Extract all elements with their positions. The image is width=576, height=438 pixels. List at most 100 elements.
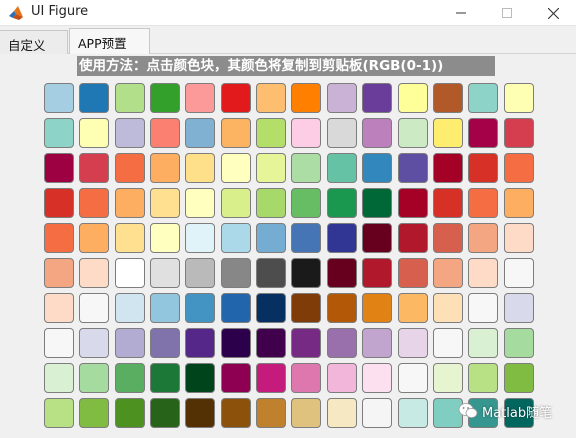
color-swatch[interactable] bbox=[185, 83, 215, 113]
color-swatch[interactable] bbox=[256, 153, 286, 183]
color-swatch[interactable] bbox=[468, 118, 498, 148]
color-swatch[interactable] bbox=[468, 223, 498, 253]
color-swatch[interactable] bbox=[150, 223, 180, 253]
color-swatch[interactable] bbox=[291, 188, 321, 218]
color-swatch[interactable] bbox=[504, 328, 534, 358]
color-swatch[interactable] bbox=[44, 223, 74, 253]
color-swatch[interactable] bbox=[327, 293, 357, 323]
color-swatch[interactable] bbox=[115, 223, 145, 253]
color-swatch[interactable] bbox=[44, 293, 74, 323]
color-swatch[interactable] bbox=[115, 258, 145, 288]
color-swatch[interactable] bbox=[504, 118, 534, 148]
color-swatch[interactable] bbox=[79, 188, 109, 218]
color-swatch[interactable] bbox=[362, 118, 392, 148]
color-swatch[interactable] bbox=[433, 328, 463, 358]
color-swatch[interactable] bbox=[504, 83, 534, 113]
color-swatch[interactable] bbox=[468, 83, 498, 113]
color-swatch[interactable] bbox=[79, 293, 109, 323]
color-swatch[interactable] bbox=[185, 398, 215, 428]
color-swatch[interactable] bbox=[44, 398, 74, 428]
color-swatch[interactable] bbox=[362, 83, 392, 113]
color-swatch[interactable] bbox=[221, 328, 251, 358]
tab-custom[interactable]: 自定义 bbox=[0, 30, 68, 54]
color-swatch[interactable] bbox=[291, 153, 321, 183]
color-swatch[interactable] bbox=[468, 188, 498, 218]
color-swatch[interactable] bbox=[44, 258, 74, 288]
color-swatch[interactable] bbox=[504, 153, 534, 183]
color-swatch[interactable] bbox=[115, 83, 145, 113]
color-swatch[interactable] bbox=[44, 188, 74, 218]
color-swatch[interactable] bbox=[150, 328, 180, 358]
color-swatch[interactable] bbox=[433, 153, 463, 183]
color-swatch[interactable] bbox=[115, 293, 145, 323]
color-swatch[interactable] bbox=[327, 153, 357, 183]
color-swatch[interactable] bbox=[433, 223, 463, 253]
color-swatch[interactable] bbox=[79, 153, 109, 183]
color-swatch[interactable] bbox=[398, 83, 428, 113]
color-swatch[interactable] bbox=[44, 118, 74, 148]
color-swatch[interactable] bbox=[79, 258, 109, 288]
color-swatch[interactable] bbox=[362, 328, 392, 358]
color-swatch[interactable] bbox=[327, 328, 357, 358]
color-swatch[interactable] bbox=[221, 153, 251, 183]
color-swatch[interactable] bbox=[327, 118, 357, 148]
color-swatch[interactable] bbox=[433, 258, 463, 288]
close-button[interactable] bbox=[530, 0, 576, 26]
color-swatch[interactable] bbox=[185, 363, 215, 393]
color-swatch[interactable] bbox=[185, 153, 215, 183]
color-swatch[interactable] bbox=[362, 363, 392, 393]
color-swatch[interactable] bbox=[79, 83, 109, 113]
color-swatch[interactable] bbox=[44, 153, 74, 183]
color-swatch[interactable] bbox=[433, 188, 463, 218]
color-swatch[interactable] bbox=[256, 83, 286, 113]
color-swatch[interactable] bbox=[256, 363, 286, 393]
color-swatch[interactable] bbox=[362, 153, 392, 183]
color-swatch[interactable] bbox=[185, 293, 215, 323]
color-swatch[interactable] bbox=[468, 153, 498, 183]
color-swatch[interactable] bbox=[433, 363, 463, 393]
color-swatch[interactable] bbox=[468, 293, 498, 323]
color-swatch[interactable] bbox=[150, 118, 180, 148]
color-swatch[interactable] bbox=[221, 258, 251, 288]
color-swatch[interactable] bbox=[327, 258, 357, 288]
color-swatch[interactable] bbox=[468, 258, 498, 288]
color-swatch[interactable] bbox=[256, 398, 286, 428]
color-swatch[interactable] bbox=[362, 188, 392, 218]
color-swatch[interactable] bbox=[398, 398, 428, 428]
color-swatch[interactable] bbox=[291, 398, 321, 428]
color-swatch[interactable] bbox=[221, 398, 251, 428]
color-swatch[interactable] bbox=[44, 363, 74, 393]
color-swatch[interactable] bbox=[433, 118, 463, 148]
color-swatch[interactable] bbox=[115, 153, 145, 183]
color-swatch[interactable] bbox=[79, 223, 109, 253]
color-swatch[interactable] bbox=[185, 223, 215, 253]
color-swatch[interactable] bbox=[256, 188, 286, 218]
color-swatch[interactable] bbox=[221, 188, 251, 218]
color-swatch[interactable] bbox=[115, 398, 145, 428]
color-swatch[interactable] bbox=[398, 223, 428, 253]
color-swatch[interactable] bbox=[150, 293, 180, 323]
color-swatch[interactable] bbox=[362, 223, 392, 253]
color-swatch[interactable] bbox=[291, 83, 321, 113]
color-swatch[interactable] bbox=[362, 293, 392, 323]
color-swatch[interactable] bbox=[327, 398, 357, 428]
color-swatch[interactable] bbox=[185, 258, 215, 288]
color-swatch[interactable] bbox=[291, 118, 321, 148]
color-swatch[interactable] bbox=[150, 153, 180, 183]
color-swatch[interactable] bbox=[115, 188, 145, 218]
color-swatch[interactable] bbox=[221, 363, 251, 393]
color-swatch[interactable] bbox=[79, 328, 109, 358]
color-swatch[interactable] bbox=[504, 363, 534, 393]
color-swatch[interactable] bbox=[221, 83, 251, 113]
color-swatch[interactable] bbox=[44, 83, 74, 113]
color-swatch[interactable] bbox=[256, 293, 286, 323]
color-swatch[interactable] bbox=[398, 188, 428, 218]
color-swatch[interactable] bbox=[256, 258, 286, 288]
color-swatch[interactable] bbox=[327, 83, 357, 113]
color-swatch[interactable] bbox=[256, 328, 286, 358]
color-swatch[interactable] bbox=[504, 188, 534, 218]
color-swatch[interactable] bbox=[44, 328, 74, 358]
color-swatch[interactable] bbox=[291, 223, 321, 253]
color-swatch[interactable] bbox=[115, 363, 145, 393]
color-swatch[interactable] bbox=[221, 223, 251, 253]
